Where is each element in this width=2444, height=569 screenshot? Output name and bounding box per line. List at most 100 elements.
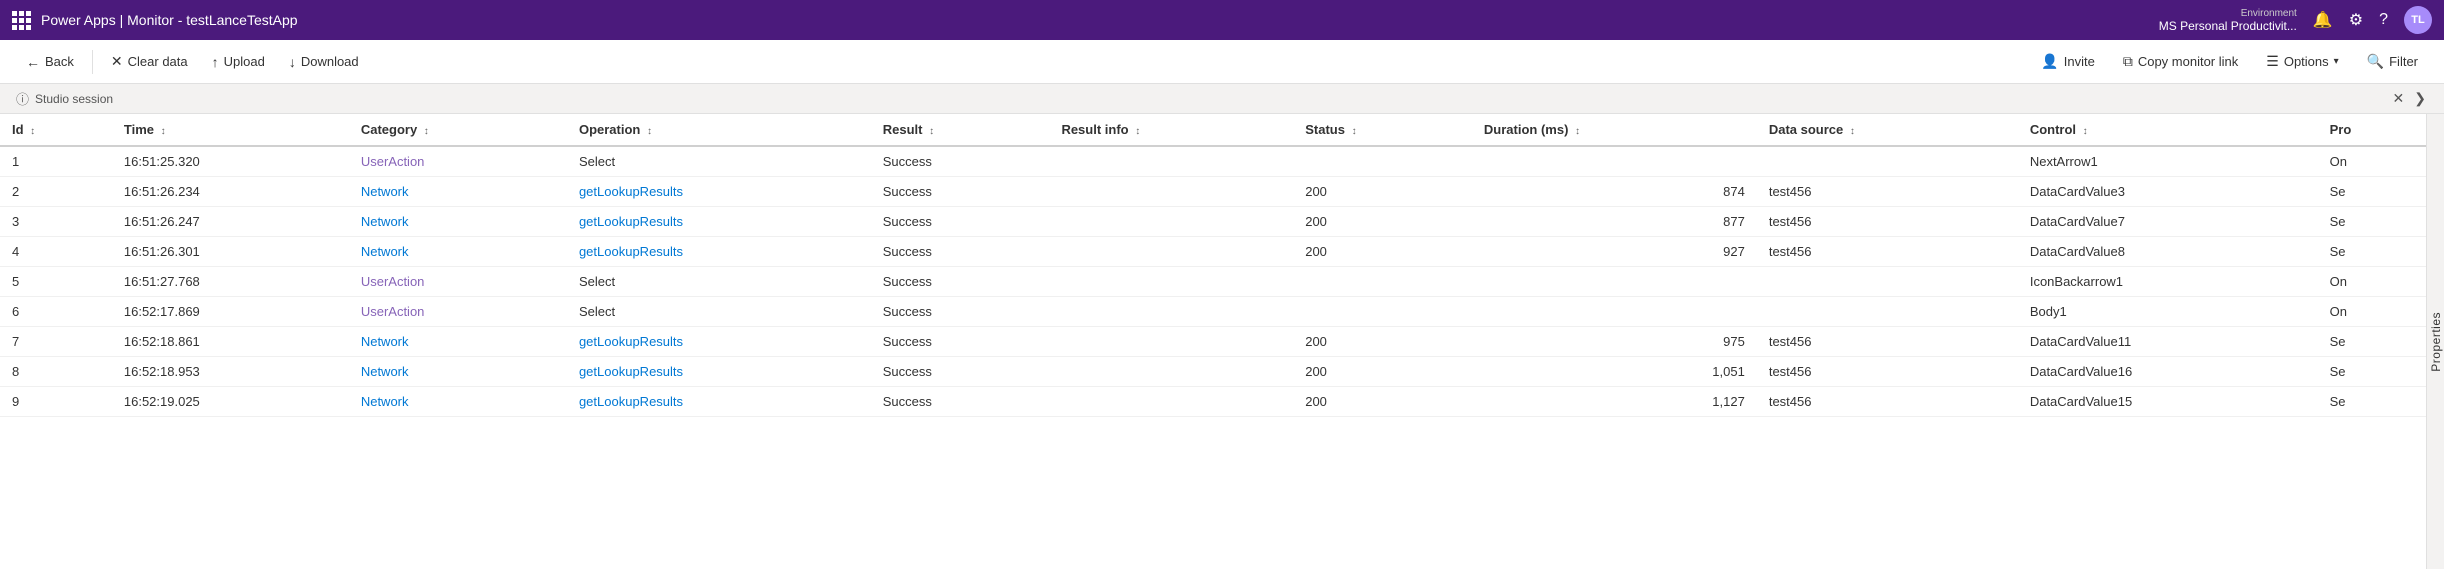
col-header-result[interactable]: Result ↕ bbox=[871, 114, 1050, 146]
invite-icon: 👤 bbox=[2041, 53, 2058, 70]
cell-result-info bbox=[1049, 327, 1293, 357]
col-header-operation[interactable]: Operation ↕ bbox=[567, 114, 871, 146]
cell-control: IconBackarrow1 bbox=[2018, 267, 2318, 297]
cell-status: 200 bbox=[1293, 357, 1472, 387]
download-button[interactable]: ↓ Download bbox=[279, 49, 369, 75]
upload-button[interactable]: ↑ Upload bbox=[202, 49, 275, 75]
data-table: Id ↕ Time ↕ Category ↕ Operation ↕ Resul… bbox=[0, 114, 2426, 417]
top-bar-left: Power Apps | Monitor - testLanceTestApp bbox=[12, 11, 298, 30]
back-button[interactable]: ← Back bbox=[16, 49, 84, 75]
cell-operation[interactable]: getLookupResults bbox=[567, 237, 871, 267]
table-row[interactable]: 2 16:51:26.234 Network getLookupResults … bbox=[0, 177, 2426, 207]
copy-monitor-button[interactable]: ⧉ Copy monitor link bbox=[2113, 48, 2248, 75]
col-header-control[interactable]: Control ↕ bbox=[2018, 114, 2318, 146]
cell-result-info bbox=[1049, 357, 1293, 387]
cell-pro: On bbox=[2318, 146, 2426, 177]
env-name: MS Personal Productivit... bbox=[2159, 19, 2297, 33]
session-close-button[interactable]: ✕ bbox=[2391, 88, 2407, 109]
cell-duration bbox=[1472, 146, 1757, 177]
cell-status: 200 bbox=[1293, 237, 1472, 267]
cell-data-source: test456 bbox=[1757, 327, 2018, 357]
cell-control: NextArrow1 bbox=[2018, 146, 2318, 177]
main-table: Id ↕ Time ↕ Category ↕ Operation ↕ Resul… bbox=[0, 114, 2426, 569]
cell-result: Success bbox=[871, 357, 1050, 387]
cell-operation[interactable]: getLookupResults bbox=[567, 327, 871, 357]
cell-status: 200 bbox=[1293, 387, 1472, 417]
col-header-status[interactable]: Status ↕ bbox=[1293, 114, 1472, 146]
cell-status bbox=[1293, 146, 1472, 177]
cell-duration: 975 bbox=[1472, 327, 1757, 357]
cell-duration: 877 bbox=[1472, 207, 1757, 237]
col-header-duration[interactable]: Duration (ms) ↕ bbox=[1472, 114, 1757, 146]
cell-operation[interactable]: getLookupResults bbox=[567, 177, 871, 207]
cell-duration bbox=[1472, 267, 1757, 297]
cell-id: 8 bbox=[0, 357, 112, 387]
cell-result-info bbox=[1049, 207, 1293, 237]
info-icon: ⓘ bbox=[16, 89, 29, 108]
cell-status bbox=[1293, 267, 1472, 297]
clear-data-label: Clear data bbox=[128, 54, 188, 69]
cell-result: Success bbox=[871, 267, 1050, 297]
cell-operation[interactable]: getLookupResults bbox=[567, 207, 871, 237]
cell-data-source bbox=[1757, 267, 2018, 297]
cell-category: UserAction bbox=[349, 146, 567, 177]
cell-control: DataCardValue8 bbox=[2018, 237, 2318, 267]
cell-category: Network bbox=[349, 177, 567, 207]
invite-button[interactable]: 👤 Invite bbox=[2031, 48, 2105, 75]
properties-panel[interactable]: Properties bbox=[2426, 114, 2444, 569]
cell-result-info bbox=[1049, 146, 1293, 177]
session-bar: ⓘ Studio session ✕ ❯ bbox=[0, 84, 2444, 114]
cell-duration: 874 bbox=[1472, 177, 1757, 207]
copy-monitor-label: Copy monitor link bbox=[2138, 54, 2238, 69]
cell-category: Network bbox=[349, 327, 567, 357]
cell-control: Body1 bbox=[2018, 297, 2318, 327]
settings-icon[interactable]: ⚙ bbox=[2349, 10, 2363, 30]
table-row[interactable]: 8 16:52:18.953 Network getLookupResults … bbox=[0, 357, 2426, 387]
col-header-result-info[interactable]: Result info ↕ bbox=[1049, 114, 1293, 146]
cell-operation[interactable]: getLookupResults bbox=[567, 357, 871, 387]
cell-status: 200 bbox=[1293, 207, 1472, 237]
cell-id: 4 bbox=[0, 237, 112, 267]
session-left: ⓘ Studio session bbox=[16, 89, 113, 108]
cell-time: 16:51:26.234 bbox=[112, 177, 349, 207]
table-row[interactable]: 7 16:52:18.861 Network getLookupResults … bbox=[0, 327, 2426, 357]
table-body: 1 16:51:25.320 UserAction Select Success… bbox=[0, 146, 2426, 417]
table-row[interactable]: 5 16:51:27.768 UserAction Select Success… bbox=[0, 267, 2426, 297]
cell-operation[interactable]: getLookupResults bbox=[567, 387, 871, 417]
cell-control: DataCardValue16 bbox=[2018, 357, 2318, 387]
cell-result-info bbox=[1049, 297, 1293, 327]
col-header-id[interactable]: Id ↕ bbox=[0, 114, 112, 146]
waffle-icon[interactable] bbox=[12, 11, 31, 30]
session-expand-button[interactable]: ❯ bbox=[2412, 88, 2428, 109]
cell-id: 1 bbox=[0, 146, 112, 177]
clear-data-button[interactable]: ✕ Clear data bbox=[101, 48, 198, 75]
filter-button[interactable]: 🔍 Filter bbox=[2357, 48, 2428, 75]
toolbar-right: 👤 Invite ⧉ Copy monitor link ☰ Options ▾… bbox=[2031, 48, 2428, 75]
cell-category: Network bbox=[349, 387, 567, 417]
cell-category: Network bbox=[349, 237, 567, 267]
cell-category: Network bbox=[349, 207, 567, 237]
cell-time: 16:51:26.247 bbox=[112, 207, 349, 237]
environment-block: Environment MS Personal Productivit... bbox=[2159, 8, 2297, 33]
options-button[interactable]: ☰ Options ▾ bbox=[2256, 48, 2348, 75]
table-row[interactable]: 4 16:51:26.301 Network getLookupResults … bbox=[0, 237, 2426, 267]
table-row[interactable]: 6 16:52:17.869 UserAction Select Success… bbox=[0, 297, 2426, 327]
invite-label: Invite bbox=[2064, 54, 2095, 69]
clear-icon: ✕ bbox=[111, 53, 123, 70]
col-header-time[interactable]: Time ↕ bbox=[112, 114, 349, 146]
download-label: Download bbox=[301, 54, 359, 69]
cell-category: UserAction bbox=[349, 297, 567, 327]
table-row[interactable]: 3 16:51:26.247 Network getLookupResults … bbox=[0, 207, 2426, 237]
table-row[interactable]: 9 16:52:19.025 Network getLookupResults … bbox=[0, 387, 2426, 417]
cell-operation: Select bbox=[567, 146, 871, 177]
toolbar-left: ← Back ✕ Clear data ↑ Upload ↓ Download bbox=[16, 48, 369, 75]
table-row[interactable]: 1 16:51:25.320 UserAction Select Success… bbox=[0, 146, 2426, 177]
cell-operation: Select bbox=[567, 297, 871, 327]
notification-icon[interactable]: 🔔 bbox=[2313, 10, 2333, 30]
col-header-category[interactable]: Category ↕ bbox=[349, 114, 567, 146]
avatar[interactable]: TL bbox=[2404, 6, 2432, 34]
help-icon[interactable]: ? bbox=[2379, 11, 2388, 29]
col-header-data-source[interactable]: Data source ↕ bbox=[1757, 114, 2018, 146]
col-header-pro[interactable]: Pro bbox=[2318, 114, 2426, 146]
options-chevron-icon: ▾ bbox=[2334, 56, 2339, 67]
